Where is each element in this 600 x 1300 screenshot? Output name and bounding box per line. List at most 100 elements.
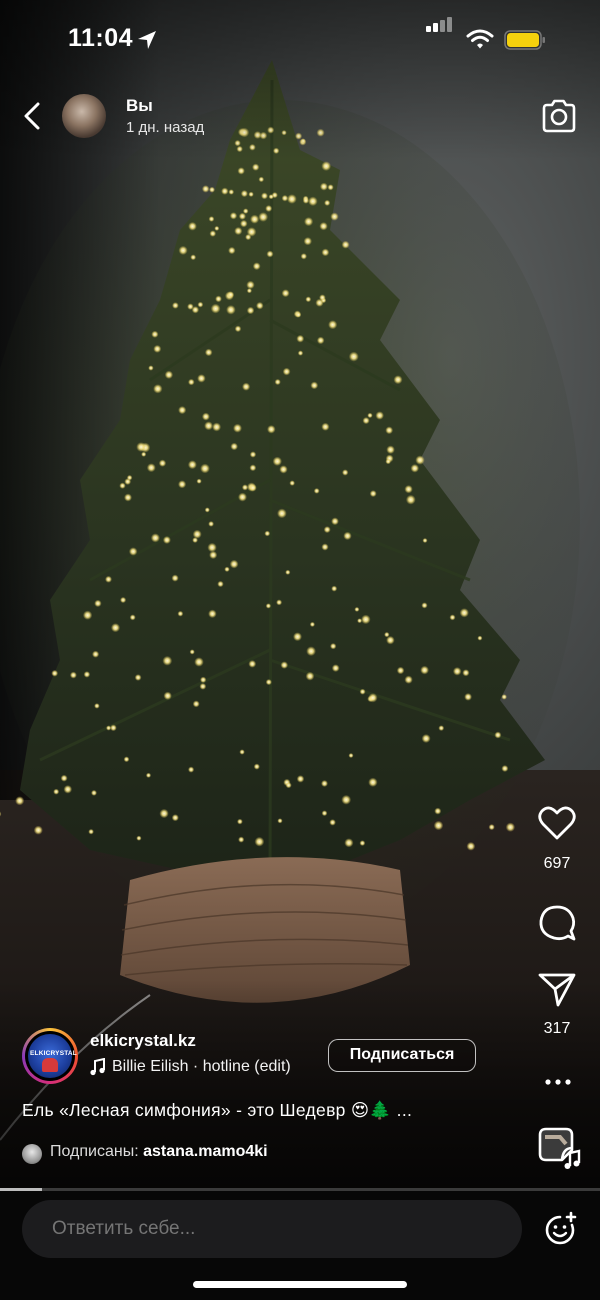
camera-icon[interactable] [540, 98, 578, 134]
tree-light [285, 569, 291, 575]
tree-light [359, 840, 366, 846]
tree-light [94, 703, 100, 709]
tree-light [434, 807, 442, 815]
tree-light [258, 212, 269, 222]
tree-light [145, 772, 152, 778]
tree-light [15, 796, 25, 806]
brand-avatar[interactable]: ELKICRYSTAL [22, 1028, 78, 1084]
status-time: 11:04 [68, 24, 134, 52]
tree-light [136, 835, 142, 841]
tree-light [153, 344, 162, 353]
home-indicator[interactable] [193, 1281, 407, 1288]
tree-light [150, 533, 160, 543]
tree-light [449, 614, 456, 621]
tree-light [279, 465, 288, 474]
tree-light [287, 194, 297, 204]
tree-light [128, 547, 138, 556]
tree-light [281, 289, 290, 298]
tree-light [237, 818, 243, 825]
more-options-icon[interactable] [543, 1070, 573, 1094]
comment-icon[interactable] [537, 903, 577, 943]
tree-light [369, 490, 377, 498]
tree-light [305, 671, 315, 681]
tree-light [348, 753, 354, 758]
tree-light [148, 365, 154, 371]
tree-light [136, 442, 147, 452]
share-paper-plane-icon[interactable] [537, 970, 577, 1008]
heart-icon[interactable] [537, 804, 577, 842]
music-sticker-icon[interactable] [536, 1126, 582, 1170]
tree-light [187, 460, 197, 470]
battery-icon [504, 30, 545, 50]
tree-light [452, 667, 462, 676]
tree-light [264, 530, 271, 537]
tree-light [92, 650, 100, 658]
tree-light [404, 485, 413, 494]
followed-by-label[interactable]: Подписаны: astana.mamo4ki [50, 1143, 268, 1161]
tree-light [226, 305, 236, 315]
tree-light [405, 494, 416, 505]
tree-light [265, 603, 272, 609]
story-user-name[interactable]: Вы [126, 96, 153, 116]
tree-light [321, 543, 329, 551]
tree-light [249, 464, 257, 472]
tree-light [200, 676, 207, 683]
tree-light [194, 657, 204, 667]
location-arrow-icon [138, 31, 156, 49]
emoji-add-icon[interactable] [543, 1210, 579, 1246]
tree-light [88, 828, 94, 835]
tree-light [280, 661, 289, 669]
tree-light [421, 602, 428, 609]
music-note-icon [90, 1058, 105, 1076]
tree-light [94, 599, 102, 608]
tree-light [305, 296, 312, 303]
tree-light [466, 841, 476, 851]
story-post-time: 1 дн. назад [126, 119, 205, 136]
tree-light [233, 423, 242, 433]
tree-light [368, 693, 378, 703]
wifi-icon [466, 29, 494, 49]
user-avatar[interactable] [62, 94, 106, 138]
account-name[interactable]: elkicrystal.kz [90, 1031, 196, 1051]
tree-light [293, 632, 302, 642]
tree-light [188, 221, 197, 231]
tree-light [252, 262, 261, 271]
tree-light [295, 311, 302, 318]
tree-light [224, 566, 230, 572]
tree-light [69, 671, 77, 679]
tree-light [341, 240, 350, 249]
tree-light [239, 749, 245, 755]
music-track-label[interactable]: Billie Eilish · hotline (edit) [112, 1058, 291, 1076]
tree-light [438, 725, 445, 731]
tree-light [323, 526, 331, 534]
tree-light [210, 303, 221, 314]
tree-light [110, 724, 117, 732]
tree-light [331, 517, 339, 526]
tree-light [250, 214, 260, 224]
tree-light [177, 610, 184, 617]
tree-light [229, 212, 238, 220]
tree-light [342, 469, 349, 476]
back-chevron-icon[interactable] [20, 100, 46, 132]
tree-light [234, 325, 242, 333]
tree-light [63, 785, 73, 794]
tree-light [289, 480, 296, 486]
tree-light [393, 375, 403, 385]
followed-by-account[interactable]: astana.mamo4ki [143, 1143, 268, 1160]
tree-light [201, 185, 210, 193]
tree-light [153, 384, 163, 394]
like-count: 697 [543, 855, 571, 872]
tree-light [341, 794, 352, 805]
tree-light [274, 378, 281, 386]
tree-light [238, 212, 246, 220]
tree-light [163, 691, 172, 700]
tree-light [501, 765, 509, 772]
post-caption[interactable]: Ель «Лесная симфония» - это Шедевр 😍🌲 ..… [22, 1100, 412, 1121]
reply-input[interactable] [22, 1200, 522, 1258]
tree-light [53, 788, 60, 795]
tree-light [300, 253, 307, 260]
follow-button[interactable]: Подписаться [328, 1039, 476, 1072]
tree-light [396, 666, 405, 675]
tree-light [162, 655, 173, 666]
tree-light [321, 780, 328, 787]
